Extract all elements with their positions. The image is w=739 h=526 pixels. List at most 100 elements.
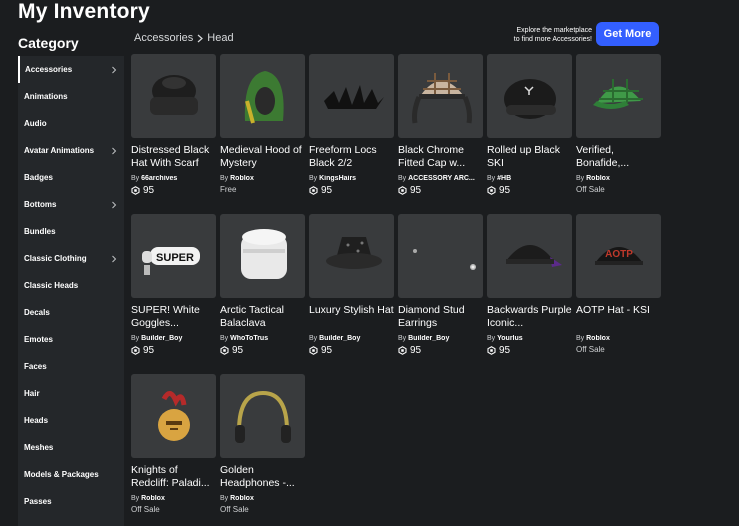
- item-thumbnail[interactable]: [220, 54, 305, 138]
- item-creator: By Yourlus: [487, 335, 572, 342]
- item-card[interactable]: Freeform Locs Black 2/2 By KingsHairs 95: [309, 54, 394, 196]
- item-card[interactable]: Golden Headphones -... By Roblox Off Sale: [220, 374, 305, 514]
- creator-link[interactable]: Roblox: [586, 335, 610, 342]
- item-card[interactable]: Backwards Purple Iconic... By Yourlus 95: [487, 214, 572, 356]
- item-creator: By Builder_Boy: [309, 335, 394, 342]
- item-name[interactable]: Golden Headphones -...: [220, 464, 305, 490]
- item-name[interactable]: Verified, Bonafide,...: [576, 144, 661, 170]
- chevron-right-icon: [112, 201, 117, 208]
- item-name[interactable]: AOTP Hat - KSI: [576, 304, 661, 330]
- breadcrumb-parent-link[interactable]: Accessories: [134, 32, 193, 44]
- item-creator: By WhoToTrus: [220, 335, 305, 342]
- sidebar-item-avatar-animations[interactable]: Avatar Animations: [18, 137, 124, 164]
- creator-link[interactable]: Roblox: [230, 495, 254, 502]
- price-value: 95: [143, 345, 155, 356]
- item-name[interactable]: Luxury Stylish Hat: [309, 304, 394, 330]
- item-card[interactable]: Black Chrome Fitted Cap w... By ACCESSORY…: [398, 54, 483, 196]
- sidebar-item-heads[interactable]: Heads: [18, 407, 124, 434]
- item-card[interactable]: Medieval Hood of Mystery By Roblox Free: [220, 54, 305, 194]
- item-name[interactable]: Medieval Hood of Mystery: [220, 144, 305, 170]
- sidebar-item-badges[interactable]: Badges: [18, 164, 124, 191]
- creator-link[interactable]: #HB: [497, 175, 511, 182]
- promo-line-2: to find more Accessories!: [513, 36, 592, 43]
- creator-link[interactable]: Yourlus: [497, 335, 523, 342]
- creator-link[interactable]: ACCESSORY ARC...: [408, 175, 475, 182]
- item-card[interactable]: Luxury Stylish Hat By Builder_Boy 95: [309, 214, 394, 356]
- get-more-button[interactable]: Get More: [596, 22, 659, 46]
- item-thumbnail[interactable]: [576, 54, 661, 138]
- sidebar-item-animations[interactable]: Animations: [18, 83, 124, 110]
- item-thumbnail[interactable]: [487, 54, 572, 138]
- sidebar-item-bundles[interactable]: Bundles: [18, 218, 124, 245]
- item-thumbnail[interactable]: [309, 54, 394, 138]
- item-thumbnail[interactable]: [398, 54, 483, 138]
- item-name[interactable]: SUPER! White Goggles...: [131, 304, 216, 330]
- category-heading: Category: [18, 35, 79, 51]
- sidebar-item-faces[interactable]: Faces: [18, 353, 124, 380]
- creator-link[interactable]: Roblox: [586, 175, 610, 182]
- creator-link[interactable]: WhoToTrus: [230, 335, 268, 342]
- sidebar-item-bottoms[interactable]: Bottoms: [18, 191, 124, 218]
- sidebar-item-passes[interactable]: Passes: [18, 488, 124, 515]
- sidebar-item-classic-clothing[interactable]: Classic Clothing: [18, 245, 124, 272]
- item-name[interactable]: Distressed Black Hat With Scarf: [131, 144, 216, 170]
- creator-link[interactable]: 66archives: [141, 175, 177, 182]
- price-value: 95: [321, 345, 333, 356]
- item-thumbnail[interactable]: [131, 374, 216, 458]
- creator-link[interactable]: Roblox: [230, 175, 254, 182]
- sidebar-item-audio[interactable]: Audio: [18, 110, 124, 137]
- item-name[interactable]: Freeform Locs Black 2/2: [309, 144, 394, 170]
- item-status: Off Sale: [220, 505, 249, 514]
- item-card[interactable]: Knights of Redcliff: Paladi... By Roblox O…: [131, 374, 216, 514]
- item-card[interactable]: Arctic Tactical Balaclava By WhoToTrus 95: [220, 214, 305, 356]
- item-thumbnail[interactable]: [309, 214, 394, 298]
- sidebar-item-accessories[interactable]: Accessories: [18, 56, 124, 83]
- item-name[interactable]: Arctic Tactical Balaclava: [220, 304, 305, 330]
- golden-headphones-icon: [234, 390, 291, 443]
- item-creator: By Builder_Boy: [398, 335, 483, 342]
- robux-icon: [220, 346, 229, 355]
- sidebar-item-decals[interactable]: Decals: [18, 299, 124, 326]
- item-creator: By #HB: [487, 175, 572, 182]
- item-thumbnail[interactable]: [487, 214, 572, 298]
- item-thumbnail[interactable]: [220, 374, 305, 458]
- item-thumbnail[interactable]: [398, 214, 483, 298]
- item-name[interactable]: Rolled up Black SKI: [487, 144, 572, 170]
- sidebar-item-emotes[interactable]: Emotes: [18, 326, 124, 353]
- sidebar-item-label: Animations: [24, 92, 68, 101]
- item-card[interactable]: Verified, Bonafide,... By Roblox Off Sale: [576, 54, 661, 194]
- sidebar-item-hair[interactable]: Hair: [18, 380, 124, 407]
- item-thumbnail[interactable]: [220, 214, 305, 298]
- item-creator: By Roblox: [220, 495, 305, 502]
- bucket-hat-icon: [325, 237, 382, 269]
- creator-link[interactable]: Builder_Boy: [319, 335, 360, 342]
- creator-link[interactable]: KingsHairs: [319, 175, 356, 182]
- item-name[interactable]: Black Chrome Fitted Cap w...: [398, 144, 483, 170]
- sidebar-item-label: Decals: [24, 308, 50, 317]
- stud-earrings-icon: [412, 249, 476, 270]
- super-goggles-icon: SUPER: [141, 247, 200, 275]
- item-price: 95: [487, 345, 572, 356]
- creator-link[interactable]: Builder_Boy: [141, 335, 182, 342]
- item-card[interactable]: Distressed Black Hat With Scarf By 66arch…: [131, 54, 216, 196]
- item-name[interactable]: Backwards Purple Iconic...: [487, 304, 572, 330]
- item-price: 95: [131, 185, 216, 196]
- item-thumbnail[interactable]: SUPER: [131, 214, 216, 298]
- item-name[interactable]: Diamond Stud Earrings: [398, 304, 483, 330]
- robux-icon: [398, 346, 407, 355]
- creator-link[interactable]: Roblox: [141, 495, 165, 502]
- item-thumbnail[interactable]: [131, 54, 216, 138]
- item-card[interactable]: Rolled up Black SKI By #HB 95: [487, 54, 572, 196]
- item-card[interactable]: Diamond Stud Earrings By Builder_Boy 95: [398, 214, 483, 356]
- green-hood-icon: [244, 71, 284, 124]
- robux-icon: [398, 186, 407, 195]
- item-card[interactable]: SUPER SUPER! White Goggles... By Builder_B…: [131, 214, 216, 356]
- item-card[interactable]: AOTP AOTP Hat - KSI By Roblox Off Sale: [576, 214, 661, 354]
- robux-icon: [309, 346, 318, 355]
- creator-link[interactable]: Builder_Boy: [408, 335, 449, 342]
- sidebar-item-meshes[interactable]: Meshes: [18, 434, 124, 461]
- item-name[interactable]: Knights of Redcliff: Paladi...: [131, 464, 216, 490]
- item-thumbnail[interactable]: AOTP: [576, 214, 661, 298]
- sidebar-item-classic-heads[interactable]: Classic Heads: [18, 272, 124, 299]
- sidebar-item-models-packages[interactable]: Models & Packages: [18, 461, 124, 488]
